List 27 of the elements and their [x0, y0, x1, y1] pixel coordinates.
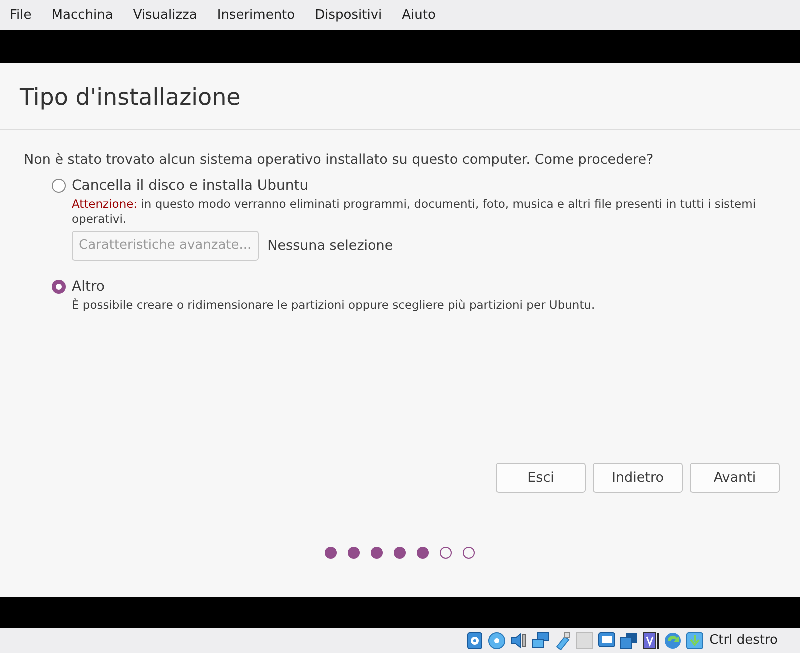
option-label[interactable]: Cancella il disco e installa Ubuntu	[72, 178, 309, 194]
monitor-icon[interactable]	[598, 632, 616, 650]
download-icon[interactable]	[686, 632, 704, 650]
warning-text: Attenzione: in questo modo verranno eliminati programmi, documenti, foto, musica e altri file presenti in tutti i sistemi operativi.	[72, 197, 758, 227]
v-icon[interactable]	[642, 632, 660, 650]
menu-item[interactable]: Aiuto	[402, 8, 436, 22]
menu-item[interactable]: Macchina	[52, 8, 114, 22]
network-icon[interactable]	[532, 632, 550, 650]
speaker-icon[interactable]	[510, 632, 528, 650]
host-key-label: Ctrl destro	[710, 633, 778, 648]
wizard-button[interactable]: Avanti	[690, 463, 780, 493]
page-title: Tipo d'installazione	[20, 85, 242, 111]
wizard-button[interactable]: Esci	[496, 463, 586, 493]
menu-item[interactable]: Dispositivi	[315, 8, 382, 22]
radio-button[interactable]	[52, 280, 66, 294]
usb-icon[interactable]	[554, 632, 572, 650]
question-text: Non è stato trovato alcun sistema operativo installato su questo computer. Come procedere?	[24, 152, 655, 168]
disc-icon[interactable]	[488, 632, 506, 650]
option-description: È possibile creare o ridimensionare le partizioni oppure scegliere più partizioni per Ubuntu.	[72, 298, 596, 313]
menu-item[interactable]: File	[10, 8, 32, 22]
selection-status: Nessuna selezione	[268, 238, 394, 254]
menu-item[interactable]: Visualizza	[133, 8, 198, 22]
wizard-button[interactable]: Indietro	[593, 463, 683, 493]
option-label[interactable]: Altro	[72, 278, 105, 295]
menu-item[interactable]: Inserimento	[217, 8, 296, 22]
windows-icon[interactable]	[620, 632, 638, 650]
radio-button[interactable]	[52, 179, 66, 193]
